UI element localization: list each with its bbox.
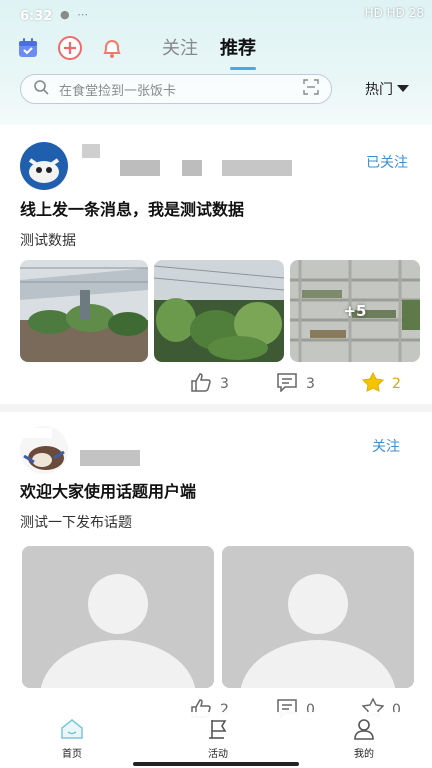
post-title: 线上发一条消息，我是测试数据 xyxy=(20,200,245,219)
post-title: 欢迎大家使用话题用户端 xyxy=(20,482,197,501)
post-image[interactable] xyxy=(20,260,148,362)
nav-profile-label: 我的 xyxy=(354,749,374,760)
home-indicator[interactable] xyxy=(133,762,299,766)
followed-button[interactable]: 已关注 xyxy=(366,152,408,172)
comment-count: 3 xyxy=(306,376,315,392)
search-bar[interactable]: 在食堂捡到一张饭卡 xyxy=(20,74,332,104)
comment-icon xyxy=(276,372,298,396)
timestamp-redacted xyxy=(222,160,292,176)
nav-home-label: 首页 xyxy=(62,749,82,760)
status-time: 6:32 xyxy=(20,9,53,24)
follow-button[interactable]: 关注 xyxy=(372,436,400,456)
bottom-nav: 首页 活动 我的 xyxy=(0,712,432,768)
nav-activity-label: 活动 xyxy=(208,749,228,760)
like-action[interactable]: 3 xyxy=(190,372,229,396)
post-card[interactable]: 已关注 线上发一条消息，我是测试数据 测试数据 +5 3 3 2 xyxy=(0,128,432,404)
timestamp-redacted xyxy=(182,160,202,176)
sort-dropdown[interactable]: 热门 xyxy=(365,79,409,99)
image-placeholder[interactable] xyxy=(22,546,214,688)
bell-icon[interactable] xyxy=(98,34,126,62)
scan-icon[interactable] xyxy=(303,79,319,99)
tab-recommended[interactable]: 推荐 xyxy=(220,34,256,70)
post-image[interactable]: +5 xyxy=(290,260,420,362)
username-redacted xyxy=(80,450,140,466)
more-images-count: +5 xyxy=(343,302,367,320)
divider xyxy=(0,404,432,412)
avatar[interactable] xyxy=(20,142,68,190)
sort-label: 热门 xyxy=(365,82,393,98)
add-icon[interactable] xyxy=(56,34,84,62)
feed-tabs: 关注 推荐 xyxy=(162,34,256,70)
top-icons xyxy=(14,34,126,62)
avatar[interactable] xyxy=(20,426,68,474)
header: 6:32 ● ⋯ HD HD 28 关注 推荐 在食堂捡到一张饭卡 热门 xyxy=(0,0,432,125)
star-filled-icon xyxy=(361,371,385,396)
search-input[interactable]: 在食堂捡到一张饭卡 xyxy=(59,80,303,99)
thumbs-up-icon xyxy=(190,372,212,396)
home-icon xyxy=(59,719,85,743)
post-body: 测试一下发布话题 xyxy=(20,515,132,531)
favorite-action[interactable]: 2 xyxy=(361,371,401,396)
post-image[interactable] xyxy=(154,260,284,362)
favorite-count: 2 xyxy=(392,376,401,392)
username-redacted xyxy=(120,160,160,176)
caret-down-icon xyxy=(397,81,409,97)
flag-icon xyxy=(206,720,230,743)
post-card[interactable]: 关注 欢迎大家使用话题用户端 测试一下发布话题 2 0 0 xyxy=(0,412,432,719)
tab-following[interactable]: 关注 xyxy=(162,34,198,70)
comment-action[interactable]: 3 xyxy=(276,372,315,396)
nav-home[interactable]: 首页 xyxy=(42,718,102,760)
nav-activity[interactable]: 活动 xyxy=(188,718,248,760)
status-indicators: HD HD 28 xyxy=(364,6,424,20)
nav-profile[interactable]: 我的 xyxy=(334,718,394,760)
image-placeholder[interactable] xyxy=(222,546,414,688)
status-notification-icons: ● ⋯ xyxy=(60,8,91,21)
user-icon xyxy=(352,719,376,743)
calendar-icon[interactable] xyxy=(14,34,42,62)
like-count: 3 xyxy=(220,376,229,392)
username-redacted xyxy=(82,144,100,158)
status-bar: 6:32 ● ⋯ HD HD 28 xyxy=(0,0,432,32)
post-body: 测试数据 xyxy=(20,233,76,249)
search-icon xyxy=(33,79,49,99)
